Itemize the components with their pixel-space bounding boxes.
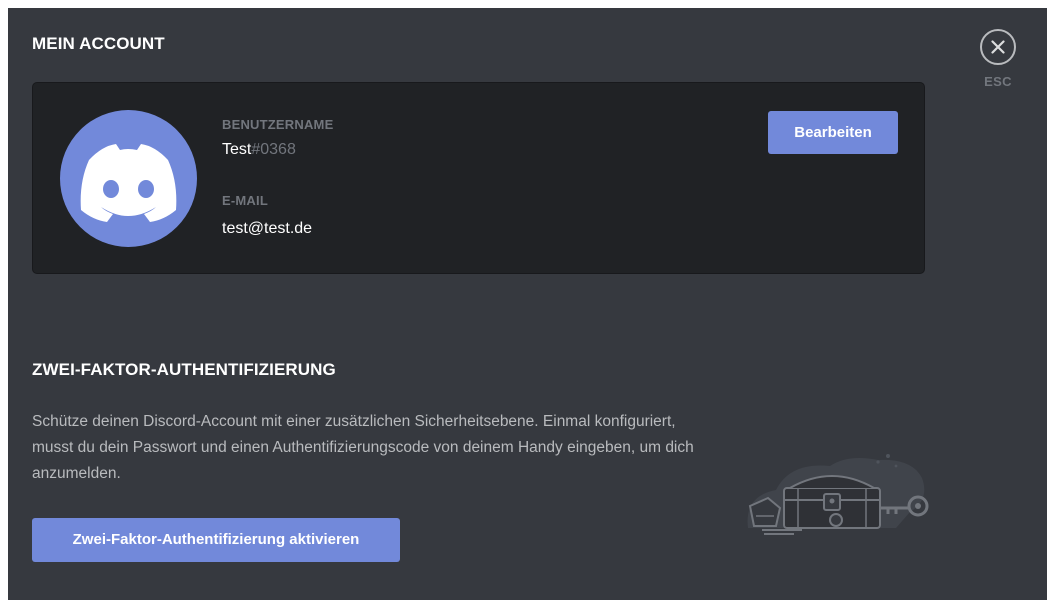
username-label: BENUTZERNAME [222,117,334,132]
esc-label: ESC [984,74,1012,89]
settings-window: MEIN ACCOUNT ESC BENUTZERNAME Test#0368 … [8,8,1047,600]
illustration [738,448,938,543]
page-title: MEIN ACCOUNT [32,34,165,53]
username-value: Test#0368 [222,141,296,159]
close-button[interactable] [980,29,1016,65]
close-control: ESC [980,29,1016,89]
two-factor-description: Schütze deinen Discord-Account mit einer… [32,413,694,482]
discriminator: #0368 [251,141,296,158]
email-value: test@test.de [222,220,313,237]
avatar[interactable] [60,110,197,247]
close-icon [991,40,1005,54]
treasure-chest-key-icon [747,454,929,535]
discord-logo-icon [80,144,177,222]
enable-two-factor-button[interactable]: Zwei-Faktor-Authentifizierung aktivieren [32,518,400,562]
username: Test [222,141,252,158]
two-factor-title: ZWEI-FAKTOR-AUTHENTIFIZIERUNG [32,360,336,379]
email-label: E-MAIL [222,193,268,208]
account-card: BENUTZERNAME Test#0368 E-MAIL test@test.… [32,82,925,274]
edit-button[interactable]: Bearbeiten [768,111,898,154]
